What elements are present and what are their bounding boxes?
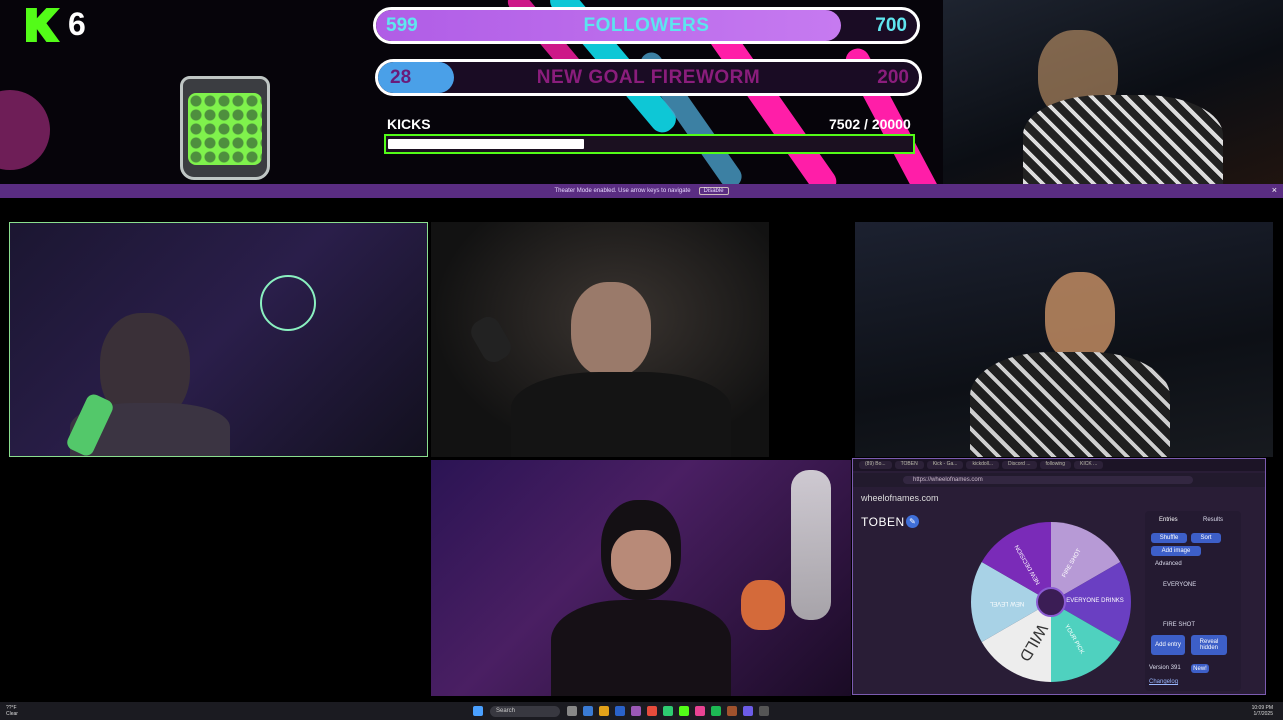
kicks-progress-fill bbox=[388, 139, 585, 149]
sort-button[interactable]: Sort bbox=[1191, 533, 1221, 543]
chrome-icon[interactable] bbox=[647, 706, 657, 716]
taskbar-search[interactable]: Search bbox=[490, 705, 560, 717]
wheel-title: TOBEN bbox=[861, 515, 905, 529]
banner-disable-button[interactable]: Disable bbox=[698, 187, 729, 195]
app-icon-3[interactable] bbox=[695, 706, 705, 716]
kick-app-icon[interactable] bbox=[679, 706, 689, 716]
microphone-icon bbox=[466, 312, 516, 367]
site-title[interactable]: wheelofnames.com bbox=[861, 493, 939, 503]
entries-tab[interactable]: Entries bbox=[1159, 517, 1178, 523]
entry-fire-shot[interactable]: FIRE SHOT bbox=[1163, 622, 1195, 628]
wheel-center-button[interactable] bbox=[1036, 587, 1066, 617]
browser-tab[interactable]: kickdoll... bbox=[966, 461, 1000, 469]
fireworm-goal: 200 bbox=[877, 66, 909, 88]
kicks-label: KICKS bbox=[387, 116, 431, 132]
start-icon[interactable] bbox=[473, 706, 483, 716]
new-badge: New! bbox=[1191, 664, 1209, 673]
wheel-slice-label: NEW LEVEL bbox=[989, 600, 1024, 606]
webcam-top-right bbox=[943, 0, 1283, 186]
address-bar[interactable]: https://wheelofnames.com bbox=[853, 473, 1265, 487]
video-tile-3[interactable] bbox=[855, 222, 1273, 457]
kick-logo-icon bbox=[26, 8, 60, 42]
banner-text: Theater Mode enabled. Use arrow keys to … bbox=[554, 188, 691, 194]
spotify-icon[interactable] bbox=[711, 706, 721, 716]
ring-light bbox=[260, 275, 316, 331]
system-clock[interactable]: 10:09 PM 1/7/2025 bbox=[1252, 705, 1273, 717]
browser-tab[interactable]: Discord ... bbox=[1002, 461, 1037, 469]
advanced-checkbox[interactable]: Advanced bbox=[1155, 561, 1182, 567]
task-view-icon[interactable] bbox=[567, 706, 577, 716]
url-field[interactable]: https://wheelofnames.com bbox=[903, 476, 1193, 484]
plush-decoration bbox=[741, 580, 785, 630]
jar-fill bbox=[188, 93, 262, 165]
results-tab[interactable]: Results bbox=[1203, 517, 1223, 523]
browser-tab[interactable]: following bbox=[1039, 461, 1071, 469]
wheel-slice-label: EVERYONE DRINKS bbox=[1066, 598, 1124, 604]
mail-icon[interactable] bbox=[615, 706, 625, 716]
fireworm-goal-bar: 28 NEW GOAL FIREWORM 200 bbox=[375, 59, 922, 96]
shuffle-button[interactable]: Shuffle bbox=[1151, 533, 1187, 543]
video-tile-2[interactable] bbox=[431, 222, 769, 457]
kick-count: 6 bbox=[68, 6, 86, 42]
app-icon-6[interactable] bbox=[759, 706, 769, 716]
windows-taskbar: ??°F Clear Search 10:09 PM 1/7/2025 bbox=[0, 702, 1283, 720]
name-wheel[interactable]: FIRE SHOTEVERYONE DRINKSYOUR PICKWILDNEW… bbox=[968, 519, 1134, 685]
browser-tab[interactable]: Kick - Ga... bbox=[926, 461, 964, 469]
skeleton-decoration bbox=[791, 470, 831, 620]
followers-goal-bar: 599 FOLLOWERS 700 bbox=[373, 7, 920, 44]
jar-icon bbox=[180, 76, 270, 180]
followers-goal: 700 bbox=[875, 14, 907, 36]
explorer-icon[interactable] bbox=[599, 706, 609, 716]
weather-widget[interactable]: ??°F Clear bbox=[6, 705, 18, 717]
kicks-value: 7502 / 20000 bbox=[829, 116, 911, 132]
app-icon-1[interactable] bbox=[631, 706, 641, 716]
app-icon-2[interactable] bbox=[663, 706, 673, 716]
app-icon-4[interactable] bbox=[727, 706, 737, 716]
entries-panel: Entries Results Shuffle Sort Add image A… bbox=[1145, 511, 1241, 691]
changelog-link[interactable]: Changelog bbox=[1149, 679, 1178, 685]
fireworm-title: NEW GOAL FIREWORM bbox=[536, 66, 761, 88]
video-tile-4[interactable] bbox=[431, 460, 851, 696]
taskbar-apps: Search bbox=[470, 705, 772, 717]
kicks-progress-bar bbox=[384, 134, 915, 154]
entry-everyone[interactable]: EVERYONE bbox=[1163, 582, 1196, 588]
followers-title: FOLLOWERS bbox=[583, 14, 710, 36]
browser-tab[interactable]: (89) Bo... bbox=[859, 461, 892, 469]
add-image-button[interactable]: Add image bbox=[1151, 546, 1201, 556]
video-tile-1[interactable] bbox=[9, 222, 428, 457]
add-entry-button[interactable]: Add entry bbox=[1151, 635, 1185, 655]
browser-tab[interactable]: TOBEN bbox=[894, 461, 924, 469]
app-icon-5[interactable] bbox=[743, 706, 753, 716]
reveal-hidden-button[interactable]: Reveal hidden bbox=[1191, 635, 1227, 655]
version-text: Version 391 bbox=[1149, 665, 1181, 671]
close-icon[interactable]: × bbox=[1272, 185, 1277, 195]
edge-icon[interactable] bbox=[583, 706, 593, 716]
browser-window[interactable]: (89) Bo... TOBEN Kick - Ga... kickdoll... Di… bbox=[852, 458, 1266, 695]
browser-tabs: (89) Bo... TOBEN Kick - Ga... kickdoll... Di… bbox=[853, 459, 1265, 471]
theater-mode-banner: Theater Mode enabled. Use arrow keys to … bbox=[0, 184, 1283, 198]
browser-tab[interactable]: KICK ... bbox=[1074, 461, 1104, 469]
edit-pencil-icon[interactable]: ✎ bbox=[906, 515, 919, 528]
